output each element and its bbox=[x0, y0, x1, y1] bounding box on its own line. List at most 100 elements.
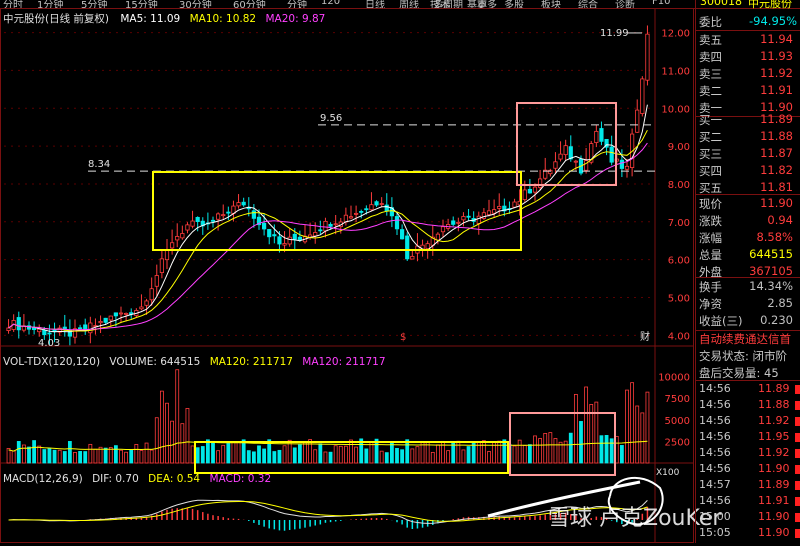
candle-body bbox=[297, 236, 302, 240]
candle-body bbox=[384, 204, 389, 212]
bid-level-label: 买二 bbox=[699, 130, 722, 144]
stat-value: 11.90 bbox=[760, 196, 793, 210]
kline-chart-svg[interactable]: 12.00 11.00 10.00 9.00 8.00 7.00 6.00 5.00 4.00 8… bbox=[0, 8, 694, 543]
tick-row: 14:56 11.89 bbox=[696, 382, 800, 397]
candle-body bbox=[594, 130, 599, 143]
volume-bar bbox=[159, 390, 164, 464]
tick-time: 14:56 bbox=[699, 494, 731, 507]
volume-bar bbox=[573, 393, 578, 464]
candle-body bbox=[440, 226, 446, 233]
line-label-834: 8.34 bbox=[88, 159, 110, 170]
tick-time: 14:57 bbox=[699, 478, 731, 491]
tick-row: 14:56 11.92 bbox=[696, 446, 800, 461]
candle-body bbox=[532, 186, 538, 193]
tick-time: 15:00 bbox=[699, 510, 731, 523]
bid-level-label: 买一 bbox=[699, 113, 722, 127]
tick-bar bbox=[795, 497, 800, 506]
macd-header: MACD(12,26,9) DIF: 0.70 DEA: 0.54 MACD: … bbox=[3, 473, 271, 485]
volume-bar bbox=[630, 382, 635, 464]
candle-body bbox=[553, 161, 558, 169]
candle-body bbox=[88, 322, 93, 334]
volume-bar bbox=[257, 445, 261, 464]
volume-bar bbox=[400, 449, 405, 464]
tick-time: 15:05 bbox=[699, 526, 731, 539]
volume-bar bbox=[200, 446, 205, 464]
volume-bar bbox=[47, 447, 52, 464]
marker-cai: 财 bbox=[640, 330, 650, 343]
volume-bar bbox=[42, 449, 47, 464]
stat-row: 涨幅 8.58% bbox=[696, 229, 800, 246]
volume-bar bbox=[113, 445, 118, 464]
bid-level-row: 买三 11.87 bbox=[696, 145, 800, 162]
candle-body bbox=[476, 215, 481, 224]
tick-row: 14:57 11.89 bbox=[696, 478, 800, 493]
candle-body bbox=[538, 178, 543, 188]
volume-bar bbox=[379, 450, 384, 464]
volume-title: VOL-TDX(120,120) bbox=[3, 356, 101, 368]
volume-bar bbox=[364, 448, 369, 464]
volume-ma120-b: MA120: 211717 bbox=[302, 356, 386, 368]
quote-panel: 300018 中元股份 委比 -94.95% 卖五 11.94 卖四 11.93 卖三 1… bbox=[695, 0, 800, 543]
ask-level-label: 卖四 bbox=[699, 50, 722, 64]
tick-time: 14:56 bbox=[699, 446, 731, 459]
volume-bar bbox=[57, 449, 62, 464]
tick-price: 11.89 bbox=[758, 478, 790, 491]
candle-body bbox=[272, 234, 277, 237]
price-tick-label: 10.00 bbox=[661, 104, 690, 115]
candle-body bbox=[190, 220, 195, 227]
volume-bar bbox=[236, 441, 241, 464]
period-tab[interactable]: 120 bbox=[321, 0, 340, 7]
candle-body bbox=[374, 201, 379, 206]
volume-bar bbox=[170, 420, 175, 464]
volume-bar bbox=[466, 446, 471, 464]
tick-price: 11.88 bbox=[758, 398, 790, 411]
candle-body bbox=[118, 312, 124, 315]
after-hours-row: 盘后交易量: 45 bbox=[696, 364, 800, 381]
weibi-label: 委比 bbox=[699, 15, 722, 29]
price-tick-label: 5.00 bbox=[668, 293, 690, 304]
volume-bar bbox=[303, 442, 307, 464]
ask-level-label: 卖三 bbox=[699, 67, 722, 81]
volume-value: VOLUME: 644515 bbox=[109, 356, 201, 368]
stat-value: 0.94 bbox=[767, 213, 793, 227]
volume-bar bbox=[619, 445, 624, 464]
candle-body bbox=[497, 205, 502, 209]
candle-body bbox=[98, 321, 103, 324]
candle-body bbox=[359, 211, 364, 213]
volume-bar bbox=[435, 444, 440, 464]
notice-row[interactable]: 自动续费通达信首 bbox=[696, 330, 800, 347]
stat2-value: 0.230 bbox=[760, 313, 793, 327]
volume-bar bbox=[313, 449, 318, 464]
volume-bar bbox=[297, 444, 302, 464]
notice-text[interactable]: 自动续费通达信首 bbox=[699, 331, 791, 347]
candle-body bbox=[210, 219, 216, 222]
volume-bar bbox=[323, 451, 328, 464]
volume-bar bbox=[154, 417, 159, 464]
candle-body bbox=[492, 209, 497, 214]
volume-bar bbox=[119, 449, 123, 464]
candle-body bbox=[333, 223, 338, 226]
volume-tick-label: 2500 bbox=[665, 437, 690, 448]
volume-bar bbox=[175, 369, 180, 464]
candle-body bbox=[47, 332, 52, 335]
candle-body bbox=[527, 188, 532, 194]
candle-body bbox=[144, 300, 149, 306]
volume-bar bbox=[62, 451, 67, 464]
stat-value: 367105 bbox=[749, 264, 793, 278]
view-tab[interactable]: F10 bbox=[652, 0, 670, 7]
ma10-label: MA10: 10.82 bbox=[189, 13, 257, 25]
tick-price: 11.90 bbox=[758, 462, 790, 475]
volume-bar bbox=[292, 447, 297, 464]
volume-bar bbox=[502, 439, 507, 464]
candle-body bbox=[568, 146, 573, 160]
volume-bar bbox=[415, 446, 420, 464]
volume-bar bbox=[93, 448, 98, 464]
weibi-row: 委比 -94.95% bbox=[696, 13, 800, 30]
volume-bar bbox=[461, 449, 466, 464]
tick-row: 14:56 11.90 bbox=[696, 462, 800, 477]
stat2-value: 14.34% bbox=[749, 279, 793, 293]
tick-bar bbox=[795, 465, 800, 474]
candle-body bbox=[348, 216, 354, 219]
volume-bar bbox=[165, 402, 169, 464]
ask-level-value: 11.92 bbox=[760, 66, 793, 80]
